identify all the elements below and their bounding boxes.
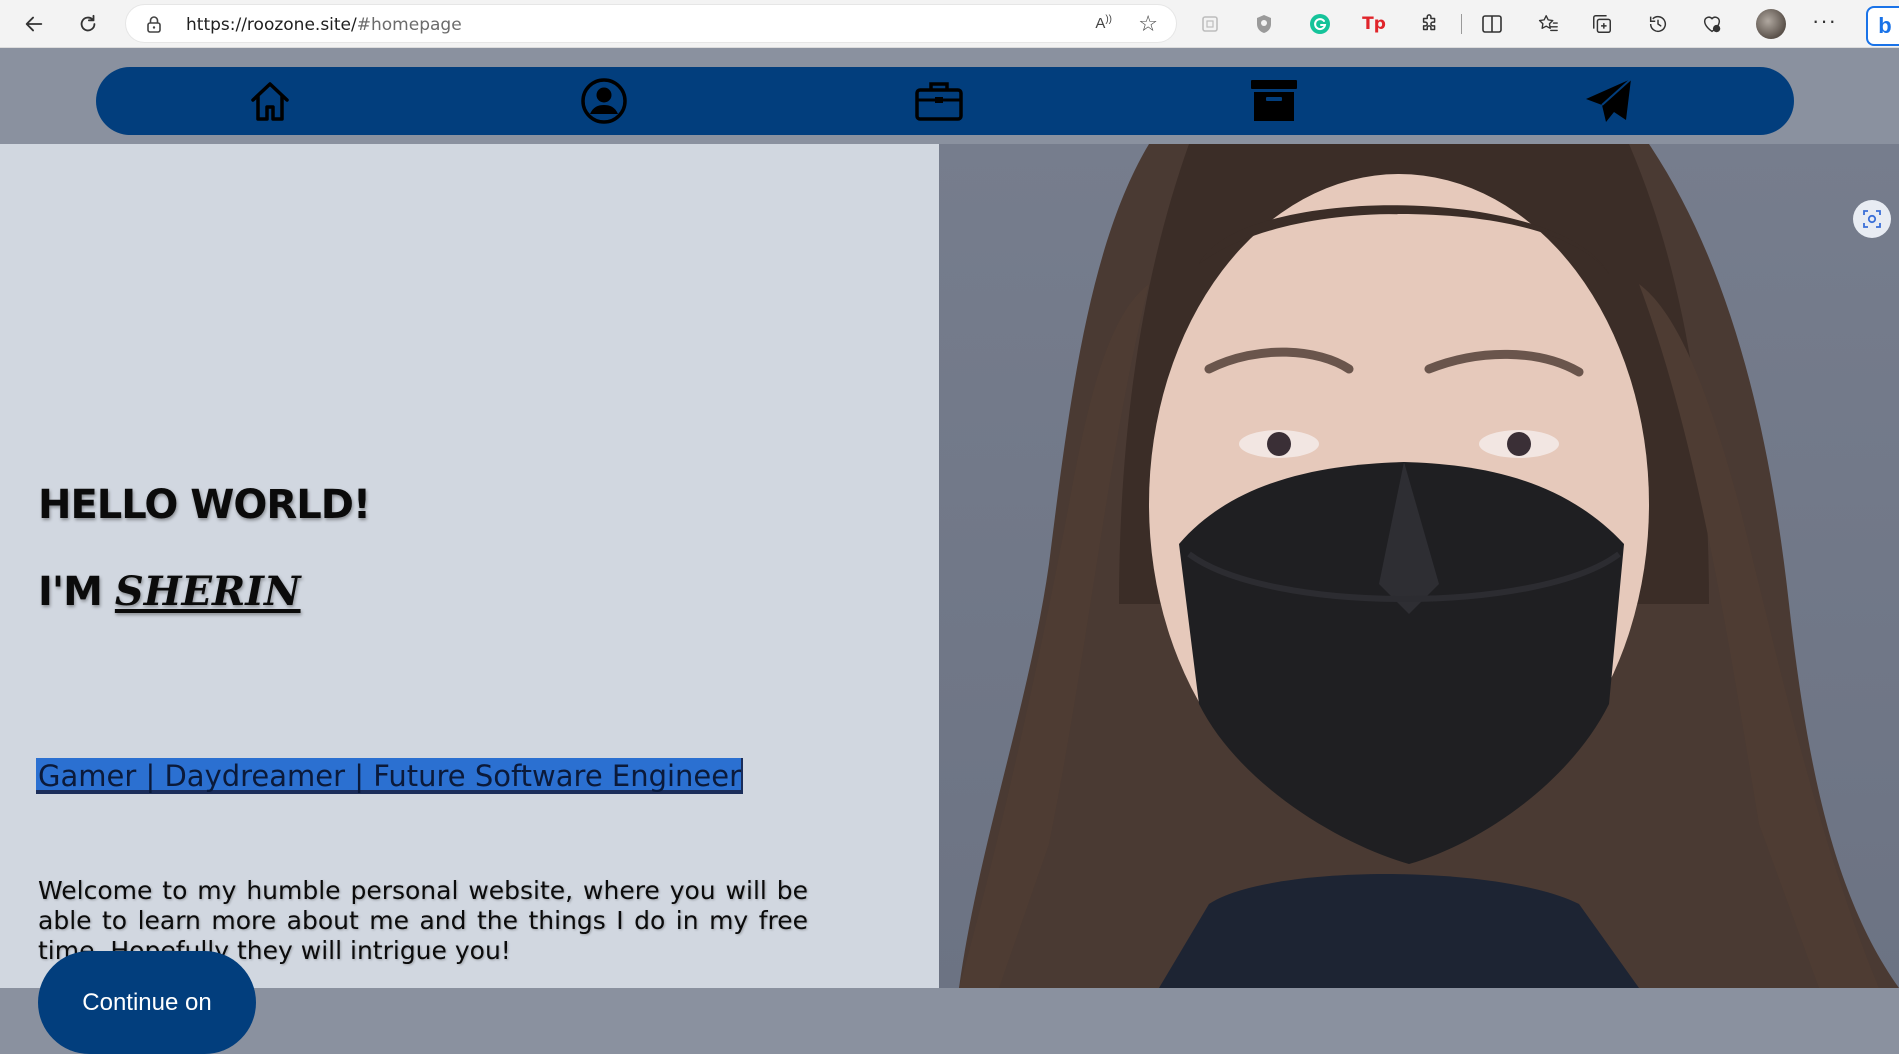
archive-icon xyxy=(1251,80,1297,121)
owner-name: SHERIN xyxy=(114,568,301,615)
user-circle-icon xyxy=(581,78,627,124)
extension-square-icon[interactable] xyxy=(1196,10,1224,38)
nav-portfolio[interactable] xyxy=(914,76,964,126)
reload-icon xyxy=(80,14,96,32)
url-host: https://roozone.site/ xyxy=(186,15,357,35)
reload-button[interactable] xyxy=(72,8,104,40)
back-button[interactable] xyxy=(18,8,50,40)
toolbar-divider xyxy=(1461,14,1462,34)
site-navbar xyxy=(96,67,1794,135)
history-icon[interactable] xyxy=(1644,10,1672,38)
tagline: Gamer | Daydreamer | Future Software Eng… xyxy=(36,758,744,794)
nav-home[interactable] xyxy=(245,76,295,126)
grammarly-icon[interactable] xyxy=(1306,10,1334,38)
nav-about[interactable] xyxy=(579,76,629,126)
continue-button[interactable]: Continue on xyxy=(38,951,256,1054)
favorite-star-icon[interactable]: ☆ xyxy=(1138,11,1158,37)
favorites-icon[interactable] xyxy=(1534,10,1562,38)
portrait-photo xyxy=(939,144,1899,988)
browser-toolbar: https://roozone.site/#homepage A)) ☆ Tp … xyxy=(0,0,1899,48)
intro-heading: I'M SHERIN xyxy=(38,568,301,615)
arrow-left-icon xyxy=(25,16,43,32)
collections-icon[interactable] xyxy=(1588,10,1616,38)
greeting-heading: HELLO WORLD! xyxy=(38,482,371,528)
split-screen-icon[interactable] xyxy=(1478,10,1506,38)
profile-avatar[interactable] xyxy=(1756,9,1786,39)
read-aloud-icon[interactable]: A)) xyxy=(1095,14,1112,32)
hero-text-panel: HELLO WORLD! I'M SHERIN Gamer | Daydream… xyxy=(0,144,939,1054)
lock-icon[interactable] xyxy=(146,15,162,38)
portrait-illustration xyxy=(959,144,1899,988)
performance-heart-icon[interactable] xyxy=(1698,10,1726,38)
shield-extension-icon[interactable] xyxy=(1250,10,1278,38)
visual-search-icon[interactable] xyxy=(1853,200,1891,238)
bing-copilot-icon[interactable]: b xyxy=(1866,6,1899,46)
more-options-icon[interactable]: ··· xyxy=(1812,8,1837,34)
briefcase-icon xyxy=(915,82,963,121)
address-bar[interactable]: https://roozone.site/#homepage A)) ☆ xyxy=(126,5,1176,42)
nav-archive[interactable] xyxy=(1249,76,1299,126)
paper-plane-icon xyxy=(1586,78,1632,122)
nav-contact[interactable] xyxy=(1584,76,1634,126)
url-text[interactable]: https://roozone.site/#homepage xyxy=(186,15,462,35)
website-viewport: HELLO WORLD! I'M SHERIN Gamer | Daydream… xyxy=(0,48,1899,1054)
intro-prefix: I'M xyxy=(38,569,115,615)
url-path: #homepage xyxy=(356,15,462,35)
puzzle-extensions-icon[interactable] xyxy=(1416,10,1444,38)
home-icon xyxy=(251,82,289,121)
tp-extension-icon[interactable]: Tp xyxy=(1360,10,1388,38)
